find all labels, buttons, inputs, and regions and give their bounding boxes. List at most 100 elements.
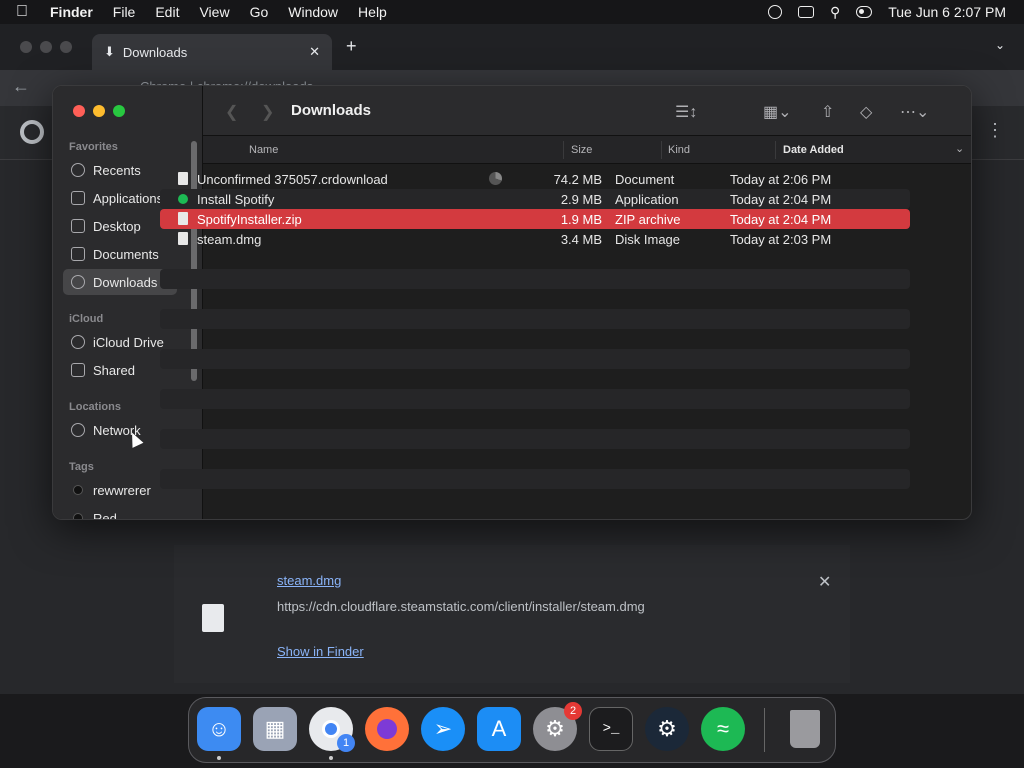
zoom-window-icon[interactable] <box>113 105 125 117</box>
menu-window[interactable]: Window <box>288 4 338 20</box>
shared-folder-icon <box>71 363 85 377</box>
more-options-icon[interactable]: ⋮ <box>986 120 1004 141</box>
column-divider[interactable] <box>661 141 662 159</box>
desktop-icon <box>71 219 85 233</box>
back-chevron-icon[interactable]: ❮ <box>225 102 238 122</box>
download-file-link[interactable]: steam.dmg <box>277 573 341 588</box>
file-size: 1.9 MB <box>560 211 602 227</box>
menu-view[interactable]: View <box>199 4 229 20</box>
menu-go[interactable]: Go <box>250 4 269 20</box>
clock-icon <box>71 163 85 177</box>
file-name: steam.dmg <box>197 231 262 247</box>
share-icon[interactable]: ⇧ <box>821 102 834 122</box>
user-account-icon[interactable] <box>767 5 782 19</box>
sort-chevron-icon[interactable]: ⌄ <box>955 142 964 155</box>
menu-help[interactable]: Help <box>358 4 387 20</box>
sidebar-item-label: Downloads <box>93 274 158 290</box>
tab-close-icon[interactable]: ✕ <box>309 44 320 60</box>
table-row[interactable]: Unconfirmed 375057.crdownload 74.2 MB Do… <box>160 169 910 189</box>
menu-app-name[interactable]: Finder <box>50 4 93 20</box>
forward-chevron-icon[interactable]: ❯ <box>261 102 274 122</box>
more-actions-icon[interactable]: ⋯⌄ <box>900 102 929 122</box>
column-divider[interactable] <box>563 141 564 159</box>
sidebar-header-favorites: Favorites <box>69 141 118 153</box>
back-arrow-icon[interactable]: ← <box>12 76 30 97</box>
remove-download-icon[interactable]: ✕ <box>818 572 831 592</box>
dock-steam-icon[interactable]: ⚙ <box>645 707 689 751</box>
running-indicator <box>217 756 221 760</box>
close-window-icon[interactable] <box>73 105 85 117</box>
chrome-minimize-icon[interactable] <box>40 41 52 53</box>
document-icon <box>71 247 85 261</box>
column-header-name[interactable]: Name <box>249 144 278 156</box>
sidebar-item-label: Recents <box>93 162 141 178</box>
apple-menu-icon[interactable]:  <box>16 3 38 21</box>
menu-file[interactable]: File <box>113 4 136 20</box>
new-tab-icon[interactable]: + <box>346 36 357 57</box>
table-row[interactable]: steam.dmg 3.4 MB Disk Image Today at 2:0… <box>160 229 910 249</box>
tag-icon[interactable]: ◇ <box>860 102 872 122</box>
dock-launchpad-icon[interactable]: ▦ <box>253 707 297 751</box>
download-icon: ⬇ <box>104 44 115 59</box>
column-divider[interactable] <box>775 141 776 159</box>
file-kind: Application <box>615 191 679 207</box>
sidebar-item-label: iCloud Drive <box>93 334 164 350</box>
table-row-selected[interactable]: SpotifyInstaller.zip 1.9 MB ZIP archive … <box>160 209 910 229</box>
sidebar-item-tag-red[interactable]: Red <box>63 505 177 520</box>
dock-spotify-icon[interactable]: ≈ <box>701 707 745 751</box>
running-indicator <box>329 756 333 760</box>
download-card <box>174 545 850 683</box>
chrome-zoom-icon[interactable] <box>60 41 72 53</box>
dock-safari-icon[interactable]: ➢ <box>421 707 465 751</box>
table-row[interactable]: Install Spotify 2.9 MB Application Today… <box>160 189 910 209</box>
column-header-size[interactable]: Size <box>571 144 592 156</box>
empty-row-stripe <box>160 269 910 289</box>
empty-row-stripe <box>160 349 910 369</box>
spotify-app-icon <box>178 194 188 204</box>
document-file-icon <box>178 172 188 185</box>
clock[interactable]: Tue Jun 6 2:07 PM <box>888 4 1006 20</box>
finder-sidebar: Favorites Recents Applications Desktop D… <box>53 86 203 520</box>
download-circle-icon <box>71 275 85 289</box>
column-header-kind[interactable]: Kind <box>668 144 690 156</box>
sidebar-header-icloud: iCloud <box>69 313 104 325</box>
cloud-icon <box>71 335 85 349</box>
window-title: Downloads <box>291 102 372 119</box>
dock-firefox-icon[interactable] <box>365 707 409 751</box>
file-date: Today at 2:03 PM <box>730 231 832 247</box>
download-url: https://cdn.cloudflare.steamstatic.com/c… <box>277 599 645 614</box>
applications-icon <box>71 191 85 205</box>
dock-terminal-icon[interactable]: >_ <box>589 707 633 751</box>
tab-search-chevron-icon[interactable]: ⌄ <box>995 38 1005 52</box>
sidebar-item-label: Documents <box>93 246 159 262</box>
file-size: 3.4 MB <box>560 231 602 247</box>
dock-app-store-icon[interactable]: A <box>477 707 521 751</box>
chrome-tab-downloads[interactable]: ⬇ Downloads ✕ <box>92 34 332 70</box>
finder-window: Favorites Recents Applications Desktop D… <box>52 85 972 520</box>
menu-edit[interactable]: Edit <box>155 4 179 20</box>
screen-mirroring-icon[interactable] <box>797 6 814 18</box>
file-date: Today at 2:04 PM <box>730 211 832 227</box>
sidebar-item-label: rewwrerer <box>93 482 151 498</box>
file-icon <box>202 604 224 632</box>
file-list: Unconfirmed 375057.crdownload 74.2 MB Do… <box>160 169 910 249</box>
sidebar-item-label: Red <box>93 510 117 520</box>
spotlight-search-icon[interactable]: ⚲ <box>830 4 840 21</box>
file-size: 2.9 MB <box>560 191 602 207</box>
dock: ☺ ▦ 1 ➢ A ⚙ 2 >_ ⚙ ≈ <box>188 697 836 763</box>
list-view-icon[interactable]: ☰↕ <box>675 102 697 122</box>
control-center-icon[interactable] <box>856 6 873 18</box>
minimize-window-icon[interactable] <box>93 105 105 117</box>
file-name: Install Spotify <box>197 191 275 207</box>
file-kind: Document <box>615 171 675 187</box>
show-in-finder-link[interactable]: Show in Finder <box>277 644 364 659</box>
file-kind: Disk Image <box>615 231 681 247</box>
chrome-tab-title: Downloads <box>122 44 188 60</box>
dock-trash-icon[interactable] <box>783 707 827 751</box>
dock-divider <box>764 708 765 752</box>
chrome-close-icon[interactable] <box>20 41 32 53</box>
chrome-badge: 1 <box>337 734 355 752</box>
group-icon[interactable]: ▦⌄ <box>763 102 792 122</box>
dock-finder-icon[interactable]: ☺ <box>197 707 241 751</box>
column-header-date-added[interactable]: Date Added <box>783 144 844 156</box>
